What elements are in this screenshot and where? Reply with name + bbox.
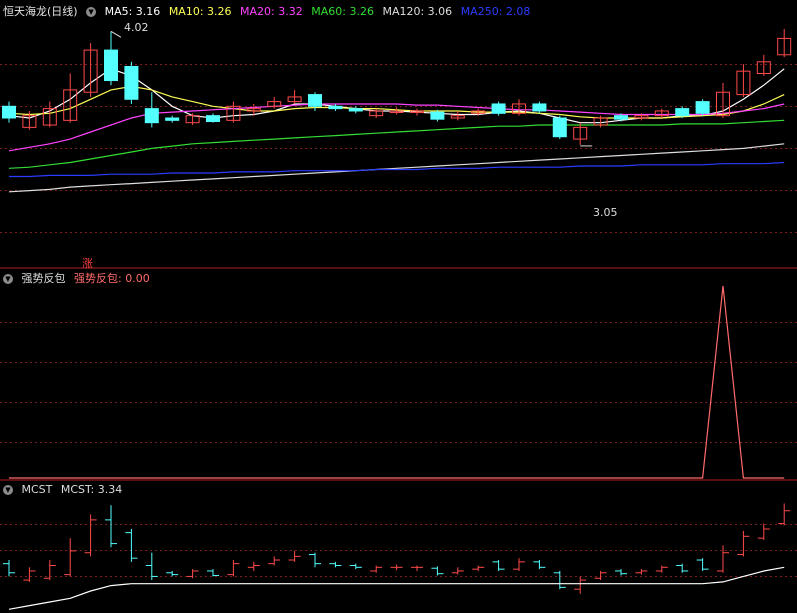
mcst-value-label: MCST: 3.34: [60, 483, 123, 496]
candle-body: [2, 105, 16, 119]
candle-body: [308, 94, 322, 107]
stock-title: 恒天海龙(日线): [3, 5, 78, 18]
ma120-line: [8, 143, 785, 193]
candle-body: [695, 101, 710, 114]
signal-value-label: 强势反包: 0.00: [74, 272, 150, 285]
ma5-label: MA5: 3.16: [104, 5, 161, 18]
mcst-panel-name: MCST: [21, 483, 53, 496]
candle-body: [104, 49, 118, 82]
candle-body: [552, 117, 567, 138]
low-price-label: 3.05: [593, 206, 618, 219]
candle-body: [430, 111, 445, 120]
chevron-down-icon[interactable]: ▼: [3, 274, 13, 284]
candle-body: [348, 108, 363, 112]
candle-body: [144, 108, 159, 124]
kline-chart[interactable]: [0, 0, 797, 613]
ma250-label: MA250: 2.08: [460, 5, 531, 18]
candle-body: [491, 103, 506, 114]
mcst-line: [8, 566, 785, 610]
mcst-legend: ▼ MCST MCST: 3.34: [3, 482, 127, 498]
ma20-label: MA20: 3.32: [240, 5, 303, 18]
candle-body: [165, 117, 180, 121]
high-price-label: 4.02: [124, 21, 149, 34]
signal-legend: ▼ 强势反包 强势反包: 0.00: [3, 271, 155, 287]
candle-body: [328, 105, 343, 110]
rise-marker: 涨: [82, 257, 93, 270]
signal-line: [9, 285, 785, 479]
candle-body: [206, 115, 220, 123]
candle-body: [124, 65, 139, 100]
chevron-down-icon[interactable]: ▼: [3, 485, 13, 495]
high-pointer: [110, 30, 122, 38]
ma60-line: [8, 119, 785, 169]
ma120-label: MA120: 3.06: [382, 5, 453, 18]
ma10-label: MA10: 3.26: [168, 5, 232, 18]
candle-body: [532, 103, 547, 112]
chevron-down-icon[interactable]: ▼: [86, 7, 97, 17]
candle-body: [614, 115, 628, 120]
candle-body: [675, 108, 690, 117]
ma60-label: MA60: 3.26: [311, 5, 374, 18]
main-legend: 恒天海龙(日线) ▼ MA5: 3.16 MA10: 3.26 MA20: 3.…: [3, 4, 535, 20]
signal-panel-name: 强势反包: [21, 272, 66, 285]
ma250-line: [9, 161, 785, 178]
